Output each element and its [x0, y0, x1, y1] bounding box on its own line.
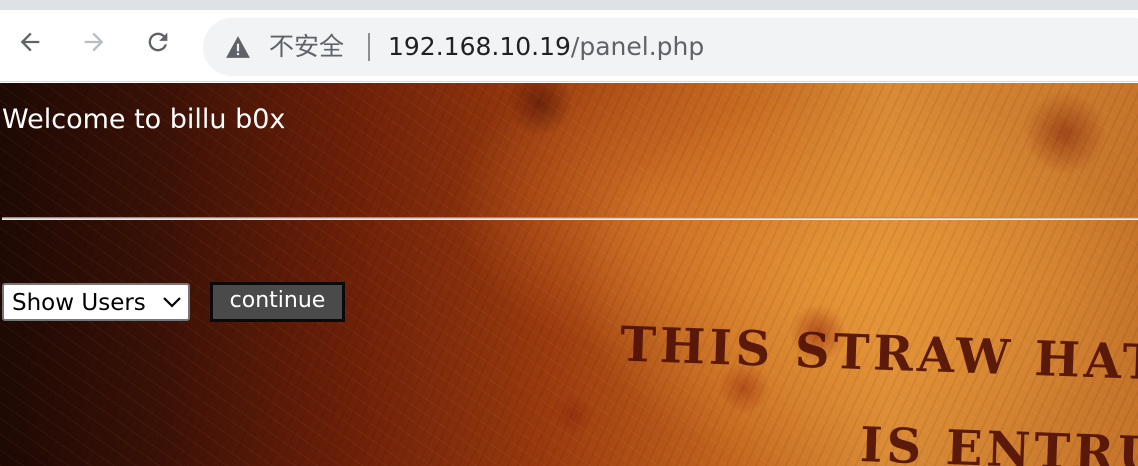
arrow-right-icon — [84, 32, 104, 52]
select-value: Show Users — [12, 290, 146, 316]
action-select[interactable]: Show Users — [2, 283, 190, 321]
url-path: /panel.php — [570, 32, 705, 61]
browser-top-strip — [0, 0, 1138, 10]
security-status-label[interactable]: 不安全 — [269, 32, 344, 62]
toolbar-divider — [0, 81, 1138, 82]
page-content: THIS STRAW HAT IS ENTRUS Welcome to bill… — [0, 83, 1138, 466]
address-bar[interactable]: 不安全 192.168.10.19/panel.php — [203, 18, 1138, 76]
reload-button[interactable] — [140, 24, 176, 60]
arrow-left-icon — [20, 32, 40, 52]
welcome-heading: Welcome to billu b0x — [2, 104, 286, 135]
address-separator — [368, 33, 370, 61]
background-texture — [0, 83, 1138, 466]
chevron-down-icon — [163, 297, 181, 308]
url-text[interactable]: 192.168.10.19/panel.php — [388, 31, 704, 63]
forward-button[interactable] — [76, 24, 112, 60]
browser-toolbar: 不安全 192.168.10.19/panel.php — [0, 10, 1138, 82]
back-button[interactable] — [12, 24, 48, 60]
reload-icon — [148, 32, 168, 52]
warning-triangle-icon[interactable] — [225, 35, 251, 59]
background-poster-text-line2: IS ENTRUS — [859, 417, 1138, 466]
url-host: 192.168.10.19 — [388, 32, 571, 61]
horizontal-rule — [2, 217, 1138, 220]
continue-button[interactable]: continue — [210, 282, 345, 322]
